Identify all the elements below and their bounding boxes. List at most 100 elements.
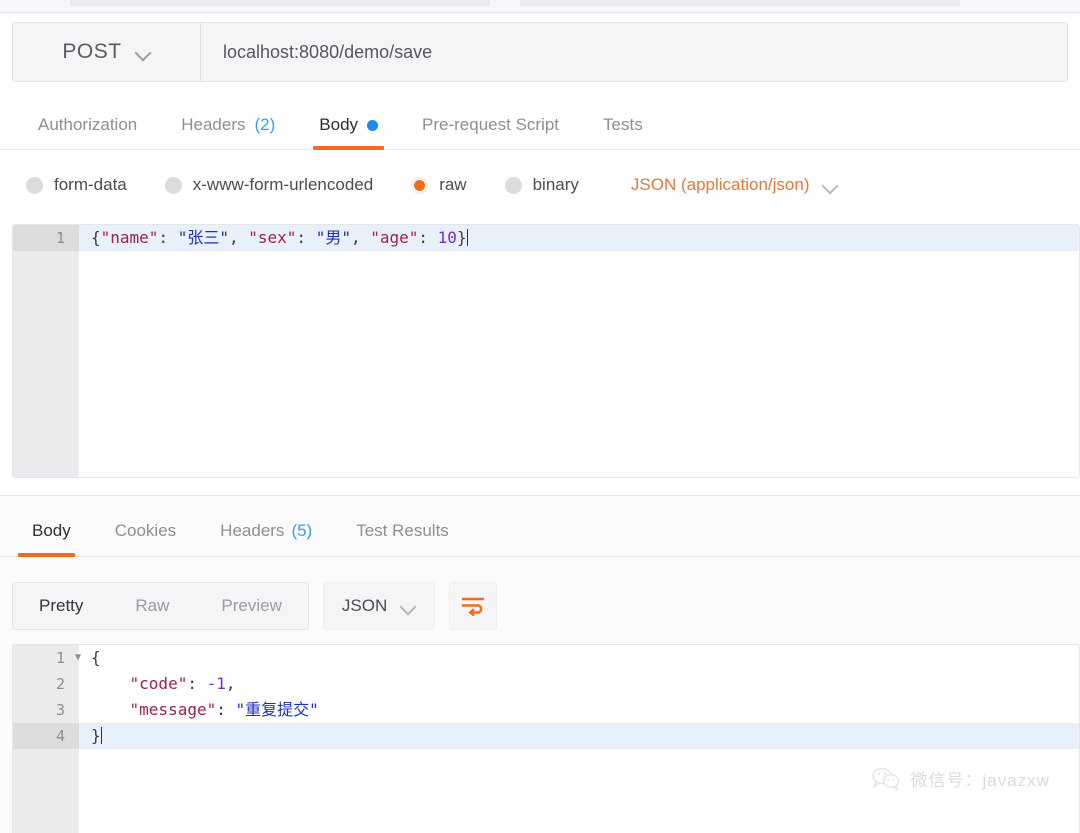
text-caret (100, 727, 102, 744)
body-type-raw-label: raw (439, 175, 467, 194)
response-tab-test-results-label: Test Results (356, 521, 449, 540)
body-type-binary-label: binary (532, 175, 579, 194)
chevron-down-icon (823, 178, 838, 193)
token-value-name: "张三" (177, 228, 229, 247)
body-type-binary[interactable]: binary (504, 175, 579, 195)
token-value-age: 10 (437, 228, 457, 247)
tab-body[interactable]: Body (297, 100, 400, 150)
body-type-options: form-data x-www-form-urlencoded raw bina… (0, 150, 1080, 220)
response-tabs: Body Cookies Headers (5) Test Results (0, 505, 1080, 557)
response-format-selector[interactable]: JSON (322, 582, 436, 630)
tab-authorization-label: Authorization (38, 115, 138, 134)
response-tab-headers-count: (5) (291, 521, 313, 540)
chevron-down-icon (136, 45, 151, 60)
line-number: 3 (55, 701, 65, 719)
body-type-urlencoded[interactable]: x-www-form-urlencoded (164, 175, 374, 195)
response-editor-gutter: 1 ▼ 2 3 4 (13, 645, 81, 833)
tab-strip-underline (0, 12, 1080, 13)
word-wrap-icon (462, 597, 485, 616)
token-colon: : (158, 228, 178, 247)
radio-selected-icon (411, 176, 429, 194)
chevron-down-icon (401, 599, 416, 614)
response-tab-body-label: Body (32, 521, 71, 540)
code-line[interactable]: {"name": "张三", "sex": "男", "age": 10} (79, 225, 1079, 251)
request-url-input[interactable] (201, 23, 1067, 81)
token-colon: : (216, 700, 236, 719)
request-url-bar: POST (12, 22, 1068, 82)
window-tab-strip (0, 0, 1080, 14)
tab-sliver-left (70, 0, 490, 6)
line-number: 4 (13, 723, 79, 749)
response-body-editor[interactable]: 1 ▼ 2 3 4 { "code": -1, "message": "重复提交"… (12, 644, 1080, 833)
tab-tests[interactable]: Tests (581, 100, 665, 150)
token-comma: , (225, 674, 236, 693)
http-method-label: POST (62, 40, 122, 63)
code-line[interactable]: { (79, 645, 1079, 671)
line-number: 1 (13, 225, 79, 251)
content-type-selector[interactable]: JSON (application/json) (631, 175, 839, 195)
tab-headers-count: (2) (254, 115, 276, 134)
response-tab-headers-label: Headers (220, 521, 285, 540)
code-line[interactable]: "code": -1, (79, 671, 1079, 697)
request-tabs: Authorization Headers (2) Body Pre-reque… (0, 100, 1080, 150)
tab-authorization[interactable]: Authorization (16, 100, 159, 150)
token-comma: , (228, 228, 249, 247)
wechat-icon (871, 767, 899, 791)
postman-window: POST Authorization Headers (2) Body Pre-… (0, 0, 1080, 833)
body-modified-dot-icon (367, 119, 379, 131)
token-brace: } (91, 726, 101, 745)
tab-pre-request-script[interactable]: Pre-request Script (400, 100, 581, 150)
response-tab-body[interactable]: Body (10, 505, 93, 557)
watermark-text: 微信号：javazxw (910, 771, 1050, 790)
tab-tests-label: Tests (603, 115, 643, 134)
response-toolbar: Pretty Raw Preview JSON (12, 582, 498, 630)
response-tab-headers[interactable]: Headers (5) (198, 505, 334, 557)
body-type-form-data-label: form-data (54, 175, 127, 194)
token-key-code: "code" (129, 674, 188, 693)
radio-icon (164, 176, 182, 194)
body-type-form-data[interactable]: form-data (26, 175, 127, 195)
token-colon: : (187, 674, 207, 693)
request-editor-gutter: 1 (13, 225, 79, 477)
token-brace: { (91, 228, 101, 247)
token-key-age: "age" (370, 228, 419, 247)
word-wrap-button[interactable] (449, 582, 498, 630)
http-method-selector[interactable]: POST (13, 23, 201, 81)
request-editor-code[interactable]: {"name": "张三", "sex": "男", "age": 10} (79, 225, 1079, 477)
response-tab-test-results[interactable]: Test Results (334, 505, 471, 557)
token-value-message: "重复提交" (235, 700, 319, 719)
response-tab-cookies[interactable]: Cookies (93, 505, 198, 557)
line-number-text: 1 (55, 649, 65, 667)
view-mode-raw[interactable]: Raw (109, 583, 195, 629)
response-tab-cookies-label: Cookies (114, 521, 177, 540)
body-type-raw[interactable]: raw (411, 175, 467, 195)
view-mode-preview[interactable]: Preview (195, 583, 307, 629)
response-editor-code[interactable]: { "code": -1, "message": "重复提交" } (79, 645, 1079, 833)
code-line[interactable]: } (79, 723, 1079, 749)
tab-headers-label: Headers (181, 115, 246, 134)
code-line[interactable]: "message": "重复提交" (79, 697, 1079, 723)
token-brace: } (456, 228, 467, 247)
token-key-sex: "sex" (248, 228, 297, 247)
view-mode-pretty[interactable]: Pretty (13, 583, 109, 629)
response-format-label: JSON (341, 596, 388, 615)
token-key-message: "message" (129, 700, 217, 719)
line-number: 2 (55, 675, 65, 693)
text-caret (466, 229, 468, 246)
tab-headers[interactable]: Headers (2) (159, 100, 297, 150)
tab-sliver-right (520, 0, 960, 6)
response-view-mode-group: Pretty Raw Preview (12, 582, 309, 630)
token-key-name: "name" (100, 228, 159, 247)
token-comma: , (350, 228, 371, 247)
token-colon: : (296, 228, 316, 247)
request-body-editor[interactable]: 1 {"name": "张三", "sex": "男", "age": 10} (12, 224, 1080, 478)
token-brace: { (91, 648, 101, 667)
line-number: 1 ▼ (13, 645, 81, 671)
watermark: 微信号：javazxw (871, 766, 1050, 791)
token-value-code: -1 (206, 674, 226, 693)
tab-body-label: Body (319, 115, 359, 134)
radio-icon (504, 176, 522, 194)
body-type-urlencoded-label: x-www-form-urlencoded (192, 175, 374, 194)
